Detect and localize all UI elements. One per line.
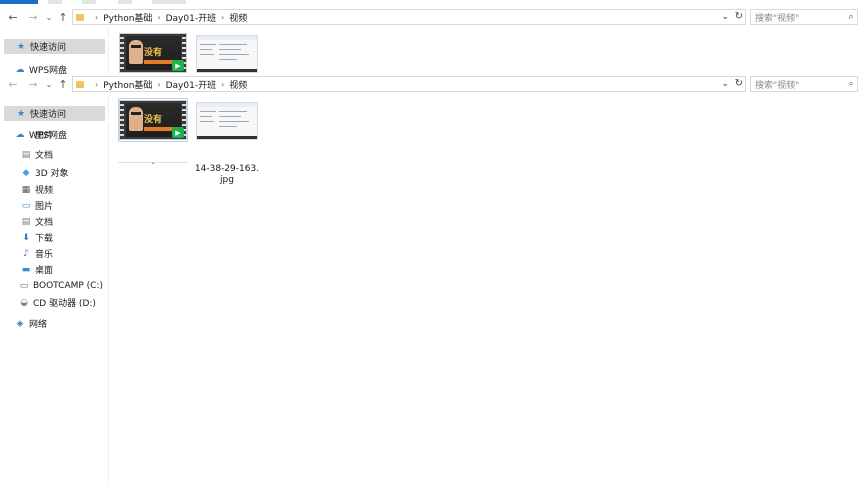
video-icon: ▦ — [21, 184, 31, 195]
search-icon[interactable]: ⌕ — [845, 79, 857, 89]
address-bar[interactable]: › Python基础 › Day01-开班 › 视频 ⌄ ↻ — [72, 9, 746, 25]
recent-dropdown-icon[interactable]: ⌄ — [42, 77, 56, 91]
nav-item-label: BOOTCAMP (C:) — [33, 280, 103, 291]
drive-icon: ▭ — [19, 280, 29, 291]
video-thumbnail[interactable]: 没有 ▶ — [119, 100, 187, 140]
document-icon: ▤ — [21, 216, 31, 227]
search-input[interactable]: 搜索"视频" ⌕ — [750, 9, 858, 25]
document-icon: ▤ — [21, 149, 31, 160]
breadcrumb-item[interactable]: 视频 — [229, 11, 247, 24]
nav-item-desktop[interactable]: ▬ 桌面 — [0, 262, 108, 277]
search-icon[interactable]: ⌕ — [845, 12, 857, 22]
refresh-icon[interactable]: ↻ — [735, 78, 743, 89]
search-placeholder: 搜索"视频" — [755, 13, 800, 24]
nav-item-label: 3D 对象 — [35, 169, 69, 179]
folder-icon — [76, 80, 84, 88]
chevron-right-icon[interactable]: › — [221, 80, 224, 89]
ribbon-tab[interactable] — [82, 0, 96, 4]
image-thumbnail[interactable] — [196, 35, 258, 73]
address-row: ← → ⌄ ↑ › Python基础 › Day01-开班 › 视频 ⌄ ↻ 搜… — [0, 75, 864, 93]
chevron-right-icon[interactable]: › — [95, 13, 98, 22]
up-icon[interactable]: ↑ — [56, 77, 70, 91]
nav-item-label: 快速访问 — [30, 43, 67, 53]
top-nav-pane: ★ 快速访问 ☁ WPS网盘 — [0, 28, 109, 76]
music-icon: ♪ — [23, 248, 29, 259]
search-input[interactable]: 搜索"视频" ⌕ — [750, 76, 858, 92]
file-tab[interactable] — [0, 0, 38, 4]
nav-item-downloads[interactable]: ⬇ 下载 — [0, 230, 108, 245]
search-placeholder: 搜索"视频" — [755, 80, 800, 91]
back-icon[interactable]: ← — [6, 77, 20, 91]
nav-item-documents[interactable]: ▤ 文档 — [0, 147, 108, 162]
refresh-icon[interactable]: ↻ — [735, 11, 743, 22]
nav-item-label: 下载 — [35, 234, 54, 244]
back-icon[interactable]: ← — [6, 10, 20, 24]
ribbon-tab[interactable] — [48, 0, 62, 4]
play-icon: ▶ — [172, 60, 184, 71]
breadcrumb-item[interactable]: Python基础 — [103, 78, 152, 91]
nav-item-label: 快速访问 — [30, 110, 67, 120]
nav-item-label: 文档 — [35, 151, 54, 161]
nav-item-label: 图片 — [35, 131, 54, 141]
picture-icon: ▭ — [21, 200, 31, 211]
up-icon[interactable]: ↑ — [56, 10, 70, 24]
breadcrumb-item[interactable]: Day01-开班 — [166, 78, 216, 91]
chevron-down-icon[interactable]: ⌄ — [721, 12, 729, 22]
nav-item-pictures[interactable]: ▭ 图片 — [0, 198, 108, 213]
nav-pane: ★ 快速访问 ☁ WPS网盘 图片 ▤ 文档 ◆ 3D 对象 ▦ 视频 ▭ 图片… — [0, 96, 109, 486]
forward-icon[interactable]: → — [26, 77, 40, 91]
nav-item-videos[interactable]: ▦ 视频 — [0, 182, 108, 197]
ribbon-tab[interactable] — [152, 0, 186, 4]
nav-item-label: 图片 — [35, 202, 54, 212]
nav-item-pictures-partial[interactable]: 图片 — [0, 131, 108, 141]
ribbon-tab[interactable] — [118, 0, 132, 4]
chevron-down-icon[interactable]: ⌄ — [721, 79, 729, 89]
video-thumbnail[interactable]: 没有 ▶ — [119, 33, 187, 73]
nav-item-bootcamp-drive[interactable]: ▭ BOOTCAMP (C:) — [0, 278, 108, 293]
file-name[interactable]: 14-38-29-163.jpg — [194, 164, 260, 186]
nav-item-cd-drive[interactable]: ◒ CD 驱动器 (D:) — [0, 295, 108, 310]
download-icon: ⬇ — [22, 232, 30, 243]
star-icon: ★ — [16, 41, 26, 52]
nav-item-network[interactable]: ◈ 网络 — [0, 316, 108, 331]
recent-dropdown-icon[interactable]: ⌄ — [42, 10, 56, 24]
desktop-icon: ▬ — [21, 264, 31, 275]
nav-item-label: 视频 — [35, 186, 54, 196]
nav-item-label: 文档 — [35, 218, 54, 228]
cube-icon: ◆ — [22, 167, 30, 178]
chevron-right-icon[interactable]: › — [95, 80, 98, 89]
breadcrumb-item[interactable]: Python基础 — [103, 11, 152, 24]
nav-item-label: 桌面 — [35, 266, 54, 276]
star-icon: ★ — [16, 108, 26, 119]
nav-item-label: 音乐 — [35, 250, 54, 260]
chevron-right-icon[interactable]: › — [157, 80, 160, 89]
chevron-right-icon[interactable]: › — [157, 13, 160, 22]
breadcrumb-item[interactable]: 视频 — [229, 78, 247, 91]
nav-item-quick-access[interactable]: ★ 快速访问 — [4, 39, 105, 54]
file-name[interactable]: . — [150, 157, 156, 168]
play-icon: ▶ — [172, 127, 184, 138]
chevron-right-icon[interactable]: › — [221, 13, 224, 22]
cd-drive-icon: ◒ — [20, 297, 28, 308]
nav-item-3d-objects[interactable]: ◆ 3D 对象 — [0, 165, 108, 180]
address-bar[interactable]: › Python基础 › Day01-开班 › 视频 ⌄ ↻ — [72, 76, 746, 92]
nav-item-label: CD 驱动器 (D:) — [33, 299, 96, 309]
forward-icon[interactable]: → — [26, 10, 40, 24]
cloud-icon: ☁ — [15, 64, 25, 75]
nav-item-documents-2[interactable]: ▤ 文档 — [0, 214, 108, 229]
folder-icon — [76, 13, 84, 21]
nav-item-label: 网络 — [29, 320, 48, 330]
nav-item-music[interactable]: ♪ 音乐 — [0, 246, 108, 261]
network-icon: ◈ — [16, 318, 24, 329]
nav-item-quick-access[interactable]: ★ 快速访问 — [4, 106, 105, 121]
top-address-row: ← → ⌄ ↑ › Python基础 › Day01-开班 › 视频 ⌄ ↻ 搜… — [0, 8, 864, 26]
breadcrumb-item[interactable]: Day01-开班 — [166, 11, 216, 24]
image-thumbnail[interactable] — [196, 102, 258, 140]
